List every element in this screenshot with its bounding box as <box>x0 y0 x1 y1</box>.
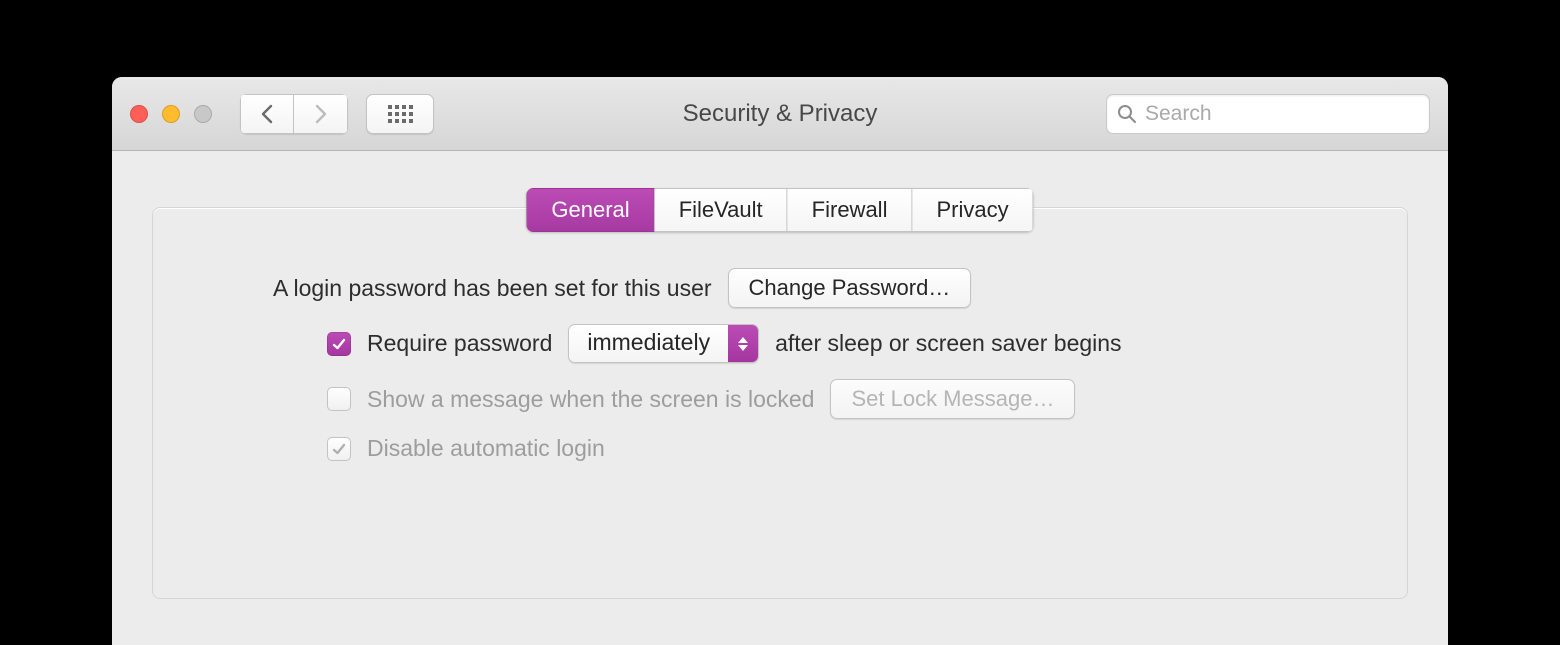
require-password-post: after sleep or screen saver begins <box>775 330 1121 357</box>
preferences-window: Security & Privacy General FileVault Fir… <box>112 77 1448 645</box>
lock-message-row: Show a message when the screen is locked… <box>327 379 1347 419</box>
window-controls <box>130 105 212 123</box>
disable-autologin-text: Disable automatic login <box>367 435 605 462</box>
require-password-delay-select[interactable]: immediately <box>568 324 759 363</box>
forward-button <box>294 94 348 134</box>
titlebar: Security & Privacy <box>112 77 1448 151</box>
require-password-checkbox[interactable] <box>327 332 351 356</box>
chevron-left-icon <box>260 104 274 124</box>
login-password-row: A login password has been set for this u… <box>273 268 1347 308</box>
disable-autologin-checkbox <box>327 437 351 461</box>
change-password-button[interactable]: Change Password… <box>728 268 972 308</box>
login-password-text: A login password has been set for this u… <box>273 275 712 302</box>
tab-filevault[interactable]: FileVault <box>655 188 788 232</box>
search-input[interactable] <box>1145 102 1419 126</box>
show-all-button[interactable] <box>366 94 434 134</box>
minimize-icon[interactable] <box>162 105 180 123</box>
general-panel: General FileVault Firewall Privacy A log… <box>152 207 1408 599</box>
search-field[interactable] <box>1106 94 1430 134</box>
check-icon <box>331 336 347 352</box>
grid-icon <box>388 105 413 123</box>
disable-autologin-row: Disable automatic login <box>327 435 1347 462</box>
tab-firewall[interactable]: Firewall <box>788 188 913 232</box>
lock-message-text: Show a message when the screen is locked <box>367 386 814 413</box>
close-icon[interactable] <box>130 105 148 123</box>
set-lock-message-button: Set Lock Message… <box>830 379 1075 419</box>
zoom-icon <box>194 105 212 123</box>
check-icon <box>331 441 347 457</box>
tab-general[interactable]: General <box>526 188 654 232</box>
tab-privacy[interactable]: Privacy <box>912 188 1033 232</box>
require-password-pre: Require password <box>367 330 552 357</box>
tab-bar: General FileVault Firewall Privacy <box>526 188 1033 232</box>
require-password-delay-value: immediately <box>569 325 728 362</box>
stepper-icon <box>728 325 758 362</box>
content-area: General FileVault Firewall Privacy A log… <box>112 151 1448 645</box>
require-password-row: Require password immediately after sleep… <box>327 324 1347 363</box>
search-icon <box>1117 104 1137 124</box>
chevron-right-icon <box>314 104 328 124</box>
back-button[interactable] <box>240 94 294 134</box>
lock-message-checkbox <box>327 387 351 411</box>
nav-segment <box>240 94 348 134</box>
